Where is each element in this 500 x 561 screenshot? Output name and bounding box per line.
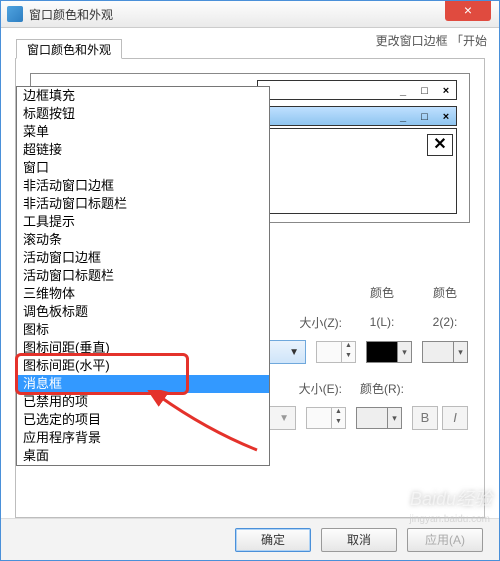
list-item[interactable]: 工具提示 [17, 213, 269, 231]
cancel-button[interactable]: 取消 [321, 528, 397, 552]
list-item[interactable]: 超链接 [17, 141, 269, 159]
item-listbox[interactable]: 边框填充标题按钮菜单超链接窗口非活动窗口边框非活动窗口标题栏工具提示滚动条活动窗… [16, 86, 270, 466]
list-item[interactable]: 非活动窗口标题栏 [17, 195, 269, 213]
list-item[interactable]: 活动窗口标题栏 [17, 267, 269, 285]
label-color-r: 颜色(R): [352, 380, 412, 397]
chevron-down-icon: ▾ [397, 342, 411, 362]
list-item[interactable]: 图标间距(垂直) [17, 339, 269, 357]
size-e-spinner[interactable]: ▲▼ [306, 407, 346, 429]
list-item[interactable]: 消息框 [17, 375, 269, 393]
label-size-e: 大小(E): [286, 380, 342, 397]
italic-button[interactable]: I [442, 406, 468, 430]
spin-down-icon[interactable]: ▼ [331, 418, 345, 428]
list-item[interactable]: 边框填充 [17, 87, 269, 105]
list-item[interactable]: 三维物体 [17, 285, 269, 303]
minimize-icon: _ [396, 111, 410, 123]
dialog-window: 窗口颜色和外观 × 更改窗口边框 「开始 窗口颜色和外观 _ □ × _ □ [0, 0, 500, 561]
label-color-1: 1(L): [352, 315, 412, 329]
list-item[interactable]: 活动窗口边框 [17, 249, 269, 267]
chevron-down-icon: ▼ [289, 347, 299, 358]
list-item[interactable]: 桌面 [17, 447, 269, 465]
ok-button[interactable]: 确定 [235, 528, 311, 552]
titlebar: 窗口颜色和外观 × [1, 1, 499, 28]
list-item[interactable]: 非活动窗口边框 [17, 177, 269, 195]
color1-swatch[interactable]: ▾ [366, 341, 412, 363]
spin-up-icon[interactable]: ▲ [341, 342, 355, 352]
close-icon: × [439, 85, 453, 97]
spin-down-icon[interactable]: ▼ [341, 352, 355, 362]
label-color1-head: 颜色 [352, 284, 412, 301]
font-color-swatch[interactable]: ▾ [356, 407, 402, 429]
list-item[interactable]: 调色板标题 [17, 303, 269, 321]
preview-close-button: ✕ [427, 134, 453, 156]
list-item[interactable]: 窗口 [17, 159, 269, 177]
maximize-icon: □ [418, 111, 432, 123]
list-item[interactable]: 已禁用的项 [17, 393, 269, 411]
list-item[interactable]: 图标间距(水平) [17, 357, 269, 375]
chevron-down-icon: ▾ [453, 342, 467, 362]
list-item[interactable]: 已选定的项目 [17, 411, 269, 429]
preview-inactive-window: _ □ × [257, 80, 457, 100]
list-item[interactable]: 菜单 [17, 123, 269, 141]
minimize-icon: _ [396, 85, 410, 97]
chevron-down-icon: ▾ [387, 408, 401, 428]
app-icon [7, 6, 23, 22]
window-title: 窗口颜色和外观 [29, 6, 113, 23]
content-area: 窗口颜色和外观 _ □ × _ □ × ✕ [1, 50, 499, 518]
chevron-down-icon: ▼ [279, 413, 289, 424]
preview-active-window: _ □ × [257, 106, 457, 126]
list-item[interactable]: 滚动条 [17, 231, 269, 249]
list-item[interactable]: 标题按钮 [17, 105, 269, 123]
list-item[interactable]: 图标 [17, 321, 269, 339]
label-color-2: 2(2): [422, 315, 468, 329]
tab-appearance[interactable]: 窗口颜色和外观 [16, 39, 122, 59]
list-item[interactable]: 应用程序背景 [17, 429, 269, 447]
bold-button[interactable]: B [412, 406, 438, 430]
maximize-icon: □ [418, 85, 432, 97]
label-size-z: 大小(Z): [286, 314, 342, 331]
label-color2-head: 颜色 [422, 284, 468, 301]
spin-up-icon[interactable]: ▲ [331, 408, 345, 418]
apply-button[interactable]: 应用(A) [407, 528, 483, 552]
size-z-spinner[interactable]: ▲▼ [316, 341, 356, 363]
close-button[interactable]: × [445, 1, 491, 21]
color2-swatch[interactable]: ▾ [422, 341, 468, 363]
dialog-footer: 确定 取消 应用(A) [1, 518, 499, 560]
close-icon: × [439, 111, 453, 123]
